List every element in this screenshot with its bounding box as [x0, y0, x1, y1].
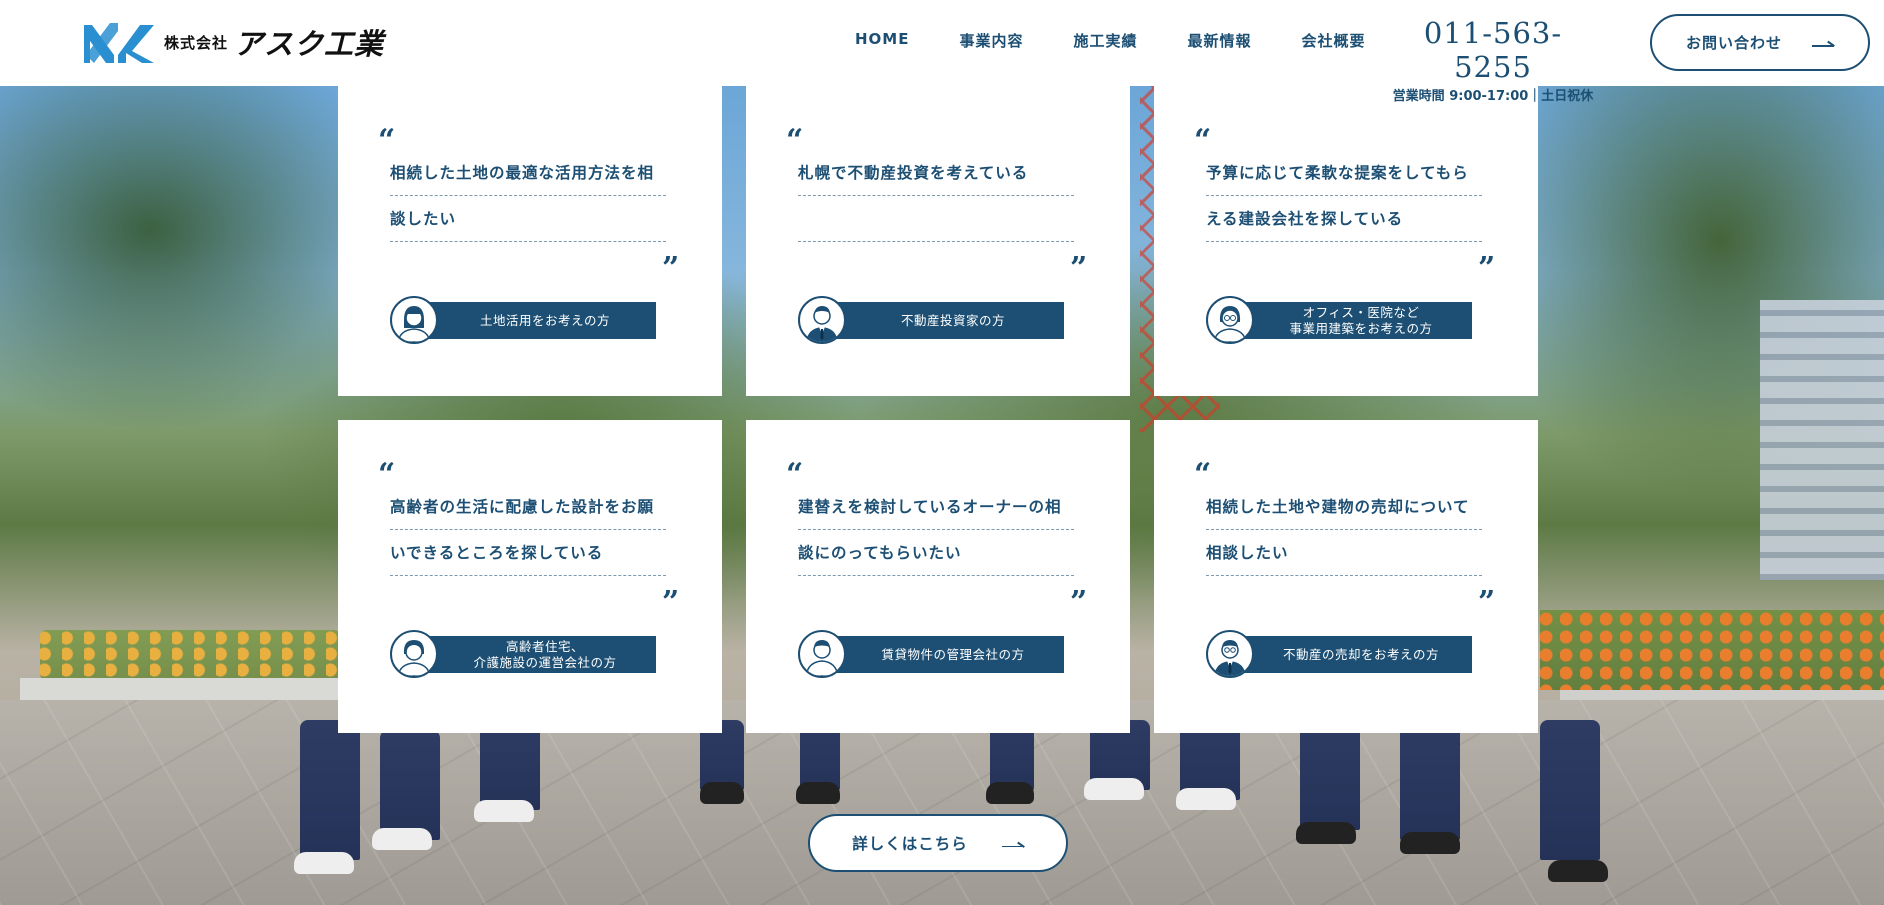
background-shoe: [1296, 822, 1356, 844]
voice-card: “ 相続した土地や建物の売却について 相談したい ” 不動産の売却をお考えの方: [1154, 420, 1538, 733]
voice-text-line: 談したい: [390, 204, 666, 242]
voice-text-line: [798, 204, 1074, 242]
persona-label: 土地活用をお考えの方: [479, 312, 610, 328]
voice-text-line: 札幌で不動産投資を考えている: [798, 158, 1074, 196]
persona-tag: 土地活用をお考えの方: [390, 296, 656, 344]
quote-open-icon: “: [378, 123, 396, 158]
quote-open-icon: “: [378, 457, 396, 492]
quote-open-icon: “: [1194, 123, 1212, 158]
quote-close-icon: ”: [662, 251, 680, 286]
quote-close-icon: ”: [1478, 251, 1496, 286]
quote-close-icon: ”: [1478, 585, 1496, 620]
persona-tag: オフィス・医院など 事業用建築をお考えの方: [1206, 296, 1472, 344]
contact-button[interactable]: お問い合わせ: [1650, 14, 1870, 71]
voice-text-line: える建設会社を探している: [1206, 204, 1482, 242]
woman-icon: [390, 296, 438, 344]
contact-button-label: お問い合わせ: [1685, 34, 1782, 52]
background-shoe: [796, 782, 840, 804]
background-person-legs: [300, 720, 360, 860]
main-nav: HOME 事業内容 施工実績 最新情報 会社概要: [855, 30, 1366, 51]
site-logo[interactable]: 株式会社 アスク工業: [84, 20, 384, 64]
persona-tag: 不動産投資家の方: [798, 296, 1064, 344]
man-glasses-tie-icon: [1206, 630, 1254, 678]
man-icon: [798, 630, 846, 678]
quote-close-icon: ”: [1070, 585, 1088, 620]
phone-number[interactable]: 011-563-5255: [1386, 16, 1600, 84]
details-button-label: 詳しくはこちら: [852, 835, 968, 853]
background-person-legs: [1400, 720, 1460, 840]
background-person-legs: [1300, 720, 1360, 830]
business-hours: 営業時間 9:00-17:00｜土日祝休: [1392, 89, 1594, 104]
voice-card: “ 高齢者の生活に配慮した設計をお願 いできるところを探している ” 高齢者住宅…: [338, 420, 722, 733]
persona-tag: 賃貸物件の管理会社の方: [798, 630, 1064, 678]
background-shoe: [986, 782, 1034, 804]
persona-label-bar: オフィス・医院など 事業用建築をお考えの方: [1228, 302, 1472, 339]
voice-card: “ 建替えを検討しているオーナーの相 談にのってもらいたい ” 賃貸物件の管理会…: [746, 420, 1130, 733]
businessman-icon: [798, 296, 846, 344]
background-shoe: [1548, 860, 1608, 882]
voice-text-line: 建替えを検討しているオーナーの相: [798, 492, 1074, 530]
persona-label-bar: 不動産投資家の方: [820, 302, 1064, 339]
background-shoe: [372, 828, 432, 850]
background-shoe: [294, 852, 354, 874]
background-shoe: [1400, 832, 1460, 854]
background-shoe: [700, 782, 744, 804]
persona-label-bar: 賃貸物件の管理会社の方: [820, 636, 1064, 673]
persona-label: 不動産投資家の方: [900, 312, 1005, 328]
background-flowerbed-left: [40, 630, 340, 680]
nav-item-home[interactable]: HOME: [855, 30, 909, 51]
persona-label-bar: 不動産の売却をお考えの方: [1228, 636, 1472, 673]
persona-label: 賃貸物件の管理会社の方: [881, 646, 1025, 662]
arrow-right-icon: [1001, 839, 1024, 847]
quote-close-icon: ”: [1070, 251, 1088, 286]
voice-card: “ 札幌で不動産投資を考えている ” 不動産投資家の方: [746, 86, 1130, 396]
glasses-woman-icon: [1206, 296, 1254, 344]
nav-item-news[interactable]: 最新情報: [1188, 30, 1252, 51]
voice-card: “ 予算に応じて柔軟な提案をしてもら える建設会社を探している ” オフィス・医…: [1154, 86, 1538, 396]
background-person-legs: [380, 730, 440, 840]
voice-text-line: 予算に応じて柔軟な提案をしてもら: [1206, 158, 1482, 196]
voice-text-line: 相続した土地や建物の売却について: [1206, 492, 1482, 530]
background-flowerbed-right: [1540, 610, 1884, 690]
background-building: [1760, 300, 1884, 580]
background-shoe: [1176, 788, 1236, 810]
quote-open-icon: “: [1194, 457, 1212, 492]
voice-text-line: 相続した土地の最適な活用方法を相: [390, 158, 666, 196]
voice-text-line: 相談したい: [1206, 538, 1482, 576]
logo-prefix: 株式会社: [164, 33, 229, 52]
persona-label: オフィス・医院など 事業用建築をお考えの方: [1289, 304, 1433, 336]
background-person-legs: [480, 720, 540, 810]
arrow-right-icon: [1812, 39, 1834, 47]
persona-tag: 高齢者住宅、 介護施設の運営会社の方: [390, 630, 656, 678]
woman-short-hair-icon: [390, 630, 438, 678]
voice-card: “ 相続した土地の最適な活用方法を相 談したい ” 土地活用をお考えの方: [338, 86, 722, 396]
site-header: 株式会社 アスク工業 HOME 事業内容 施工実績 最新情報 会社概要 011-…: [0, 0, 1884, 104]
logo-company-name: アスク工業: [234, 27, 385, 61]
background-person-legs: [1540, 720, 1600, 860]
voice-text-line: いできるところを探している: [390, 538, 666, 576]
quote-close-icon: ”: [662, 585, 680, 620]
quote-open-icon: “: [786, 123, 804, 158]
voice-text-line: 談にのってもらいたい: [798, 538, 1074, 576]
persona-tag: 不動産の売却をお考えの方: [1206, 630, 1472, 678]
details-button[interactable]: 詳しくはこちら: [808, 814, 1068, 872]
phone-block: 011-563-5255 営業時間 9:00-17:00｜土日祝休: [1386, 16, 1600, 104]
persona-label: 高齢者住宅、 介護施設の運営会社の方: [473, 638, 617, 670]
nav-item-business[interactable]: 事業内容: [959, 30, 1023, 51]
ak-logo-icon: [84, 21, 154, 63]
background-shoe: [1084, 778, 1144, 800]
quote-open-icon: “: [786, 457, 804, 492]
background-shoe: [474, 800, 534, 822]
persona-label-bar: 高齢者住宅、 介護施設の運営会社の方: [412, 636, 656, 673]
persona-label-bar: 土地活用をお考えの方: [412, 302, 656, 339]
persona-label: 不動産の売却をお考えの方: [1282, 646, 1439, 662]
nav-item-company[interactable]: 会社概要: [1302, 30, 1366, 51]
voice-text-line: 高齢者の生活に配慮した設計をお願: [390, 492, 666, 530]
nav-item-works[interactable]: 施工実績: [1074, 30, 1138, 51]
